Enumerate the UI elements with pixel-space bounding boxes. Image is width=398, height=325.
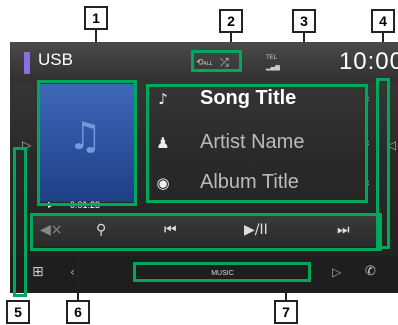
source-label[interactable]: USB bbox=[38, 50, 73, 70]
callout-7: 7 bbox=[274, 300, 298, 324]
right-chevron-icon[interactable]: ▷ bbox=[332, 265, 341, 279]
clock: 10:00 bbox=[338, 48, 398, 75]
annotation-box-5 bbox=[13, 147, 27, 297]
signal-icon: ▂▄▆ bbox=[266, 64, 280, 71]
callout-6: 6 bbox=[66, 300, 90, 324]
annotation-box-1 bbox=[37, 80, 137, 206]
callout-7-leader bbox=[285, 282, 287, 300]
phone-icon[interactable]: ✆ bbox=[365, 264, 376, 279]
annotation-box-2 bbox=[191, 50, 242, 72]
callout-6-leader bbox=[77, 251, 79, 300]
source-color-strip bbox=[24, 52, 30, 74]
callout-4: 4 bbox=[371, 9, 395, 33]
home-grid-icon[interactable]: ⊞ bbox=[32, 264, 44, 280]
annotation-box-7 bbox=[133, 262, 311, 282]
back-chevron-icon[interactable]: ‹ bbox=[70, 265, 75, 279]
annotation-box-3 bbox=[146, 84, 368, 203]
callout-1: 1 bbox=[84, 6, 108, 30]
callout-3: 3 bbox=[292, 9, 316, 33]
annotation-box-6 bbox=[30, 213, 382, 251]
callout-2: 2 bbox=[219, 9, 243, 33]
phone-status: TEL bbox=[266, 54, 277, 61]
callout-5: 5 bbox=[6, 300, 30, 324]
